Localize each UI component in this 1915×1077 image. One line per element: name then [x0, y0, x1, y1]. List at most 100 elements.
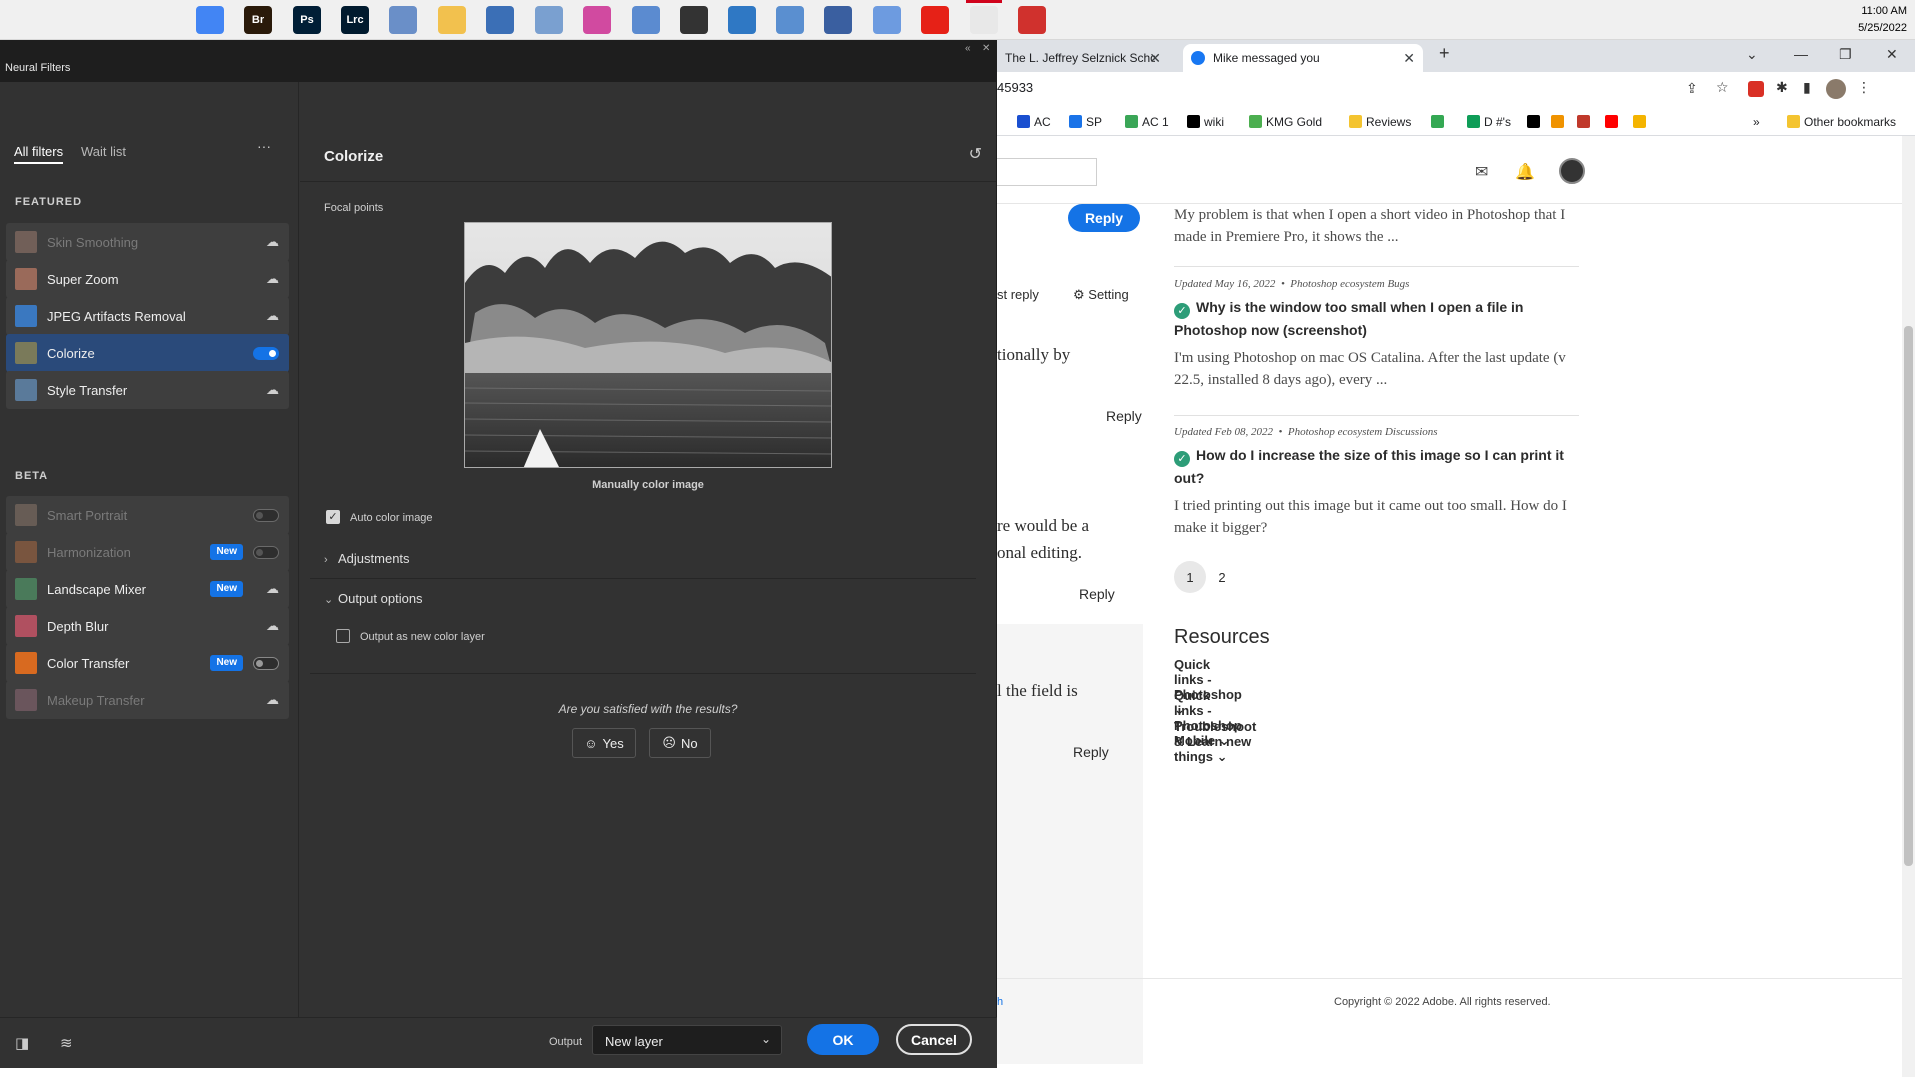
- search-icon[interactable]: [52, 6, 80, 34]
- bookmark-item[interactable]: AC 1: [1125, 115, 1169, 129]
- bookmark-item[interactable]: Reviews: [1349, 115, 1411, 129]
- bookmark-item[interactable]: wiki: [1187, 115, 1224, 129]
- ok-button[interactable]: OK: [807, 1024, 879, 1055]
- system-clock[interactable]: 11:00 AM 5/25/2022: [1858, 3, 1907, 37]
- filter-item-color-transfer[interactable]: Color Transfer New: [6, 644, 289, 682]
- feedback-no-button[interactable]: ☹ No: [649, 728, 711, 758]
- app-icon[interactable]: [1018, 6, 1046, 34]
- photos-icon[interactable]: [535, 6, 563, 34]
- post-title[interactable]: ✓ How do I increase the size of this imag…: [1174, 444, 1574, 489]
- cortana-icon[interactable]: [101, 6, 129, 34]
- feedback-yes-button[interactable]: ☺ Yes: [572, 728, 636, 758]
- lightroom-classic-icon[interactable]: Lrc: [341, 6, 369, 34]
- post-board[interactable]: Photoshop ecosystem Bugs: [1290, 278, 1409, 290]
- cancel-button[interactable]: Cancel: [896, 1024, 972, 1055]
- app-icon[interactable]: [728, 6, 756, 34]
- bookmarks-overflow-icon[interactable]: »: [1753, 115, 1760, 129]
- collapse-icon[interactable]: «: [965, 43, 971, 54]
- cloud-download-icon[interactable]: ☁: [266, 581, 279, 597]
- filter-toggle[interactable]: [253, 347, 279, 360]
- filter-toggle[interactable]: [253, 509, 279, 522]
- bookmark-item[interactable]: [1431, 115, 1448, 129]
- mail-icon[interactable]: ✉: [1475, 162, 1488, 182]
- new-tab-button[interactable]: +: [1439, 43, 1450, 64]
- auto-color-label[interactable]: Auto color image: [350, 512, 433, 524]
- photoshop-icon[interactable]: Ps: [293, 6, 321, 34]
- clock-app-icon[interactable]: [680, 6, 708, 34]
- more-options-icon[interactable]: ···: [257, 138, 271, 154]
- filter-item-depth-blur[interactable]: Depth Blur ☁: [6, 607, 289, 645]
- app-icon[interactable]: [824, 6, 852, 34]
- auto-color-checkbox[interactable]: ✓: [326, 510, 340, 524]
- tab-all-filters[interactable]: All filters: [14, 144, 64, 164]
- reply-link[interactable]: Reply: [1079, 586, 1115, 602]
- filter-item-skin-smoothing[interactable]: Skin Smoothing ☁: [6, 223, 289, 261]
- bookmark-item[interactable]: AC: [1017, 115, 1051, 129]
- tab-close-icon[interactable]: ✕: [1149, 50, 1161, 67]
- tab-wait-list[interactable]: Wait list: [81, 144, 126, 159]
- bookmark-item[interactable]: KMG Gold: [1249, 115, 1322, 129]
- bookmark-star-icon[interactable]: ☆: [1716, 79, 1729, 96]
- page-1-button[interactable]: 1: [1174, 561, 1206, 593]
- file-explorer-icon[interactable]: [438, 6, 466, 34]
- layer-preview-icon[interactable]: ≋: [60, 1034, 73, 1052]
- user-avatar[interactable]: [1559, 158, 1585, 184]
- filter-item-makeup-transfer[interactable]: Makeup Transfer ☁: [6, 681, 289, 719]
- bridge-icon[interactable]: Br: [244, 6, 272, 34]
- page-2-button[interactable]: 2: [1206, 561, 1238, 593]
- cloud-download-icon[interactable]: ☁: [266, 692, 279, 708]
- resource-link[interactable]: Troubleshoot & Learn new things ⌄: [1174, 719, 1256, 765]
- chrome-icon[interactable]: [196, 6, 224, 34]
- bookmark-item[interactable]: [1527, 115, 1544, 129]
- profile-avatar[interactable]: [1826, 79, 1846, 99]
- post-board[interactable]: Photoshop ecosystem Discussions: [1288, 426, 1438, 438]
- app-icon[interactable]: [966, 0, 1002, 34]
- filter-item-landscape-mixer[interactable]: Landscape Mixer New ☁: [6, 570, 289, 608]
- tab-close-icon[interactable]: ✕: [1403, 50, 1415, 67]
- filter-toggle[interactable]: [253, 546, 279, 559]
- search-input[interactable]: [997, 158, 1097, 186]
- restore-icon[interactable]: ❐: [1839, 46, 1852, 63]
- cloud-download-icon[interactable]: ☁: [266, 308, 279, 324]
- filter-item-jpeg-artifacts-removal[interactable]: JPEG Artifacts Removal ☁: [6, 297, 289, 335]
- minimize-icon[interactable]: —: [1794, 46, 1808, 62]
- reply-link[interactable]: Reply: [1106, 408, 1142, 424]
- youtube-music-icon[interactable]: [921, 6, 949, 34]
- notification-bell-icon[interactable]: 🔔: [1515, 162, 1535, 182]
- focal-points-preview[interactable]: [464, 222, 832, 468]
- reply-button[interactable]: Reply: [1068, 204, 1140, 232]
- browser-tab-active[interactable]: Mike messaged you ✕: [1183, 44, 1423, 72]
- manually-color-label[interactable]: Manually color image: [464, 479, 832, 491]
- page-scrollbar[interactable]: [1902, 136, 1915, 1077]
- filter-item-style-transfer[interactable]: Style Transfer ☁: [6, 371, 289, 409]
- cloud-download-icon[interactable]: ☁: [266, 618, 279, 634]
- cloud-download-icon[interactable]: ☁: [266, 271, 279, 287]
- other-bookmarks[interactable]: Other bookmarks: [1787, 115, 1896, 129]
- document-icon[interactable]: [873, 6, 901, 34]
- chrome-menu-icon[interactable]: ⋮: [1857, 79, 1871, 96]
- bookmark-item[interactable]: [1605, 115, 1622, 129]
- bookmark-item[interactable]: [1551, 115, 1568, 129]
- filter-item-colorize[interactable]: Colorize: [6, 334, 289, 372]
- close-window-icon[interactable]: ✕: [1886, 46, 1898, 63]
- output-new-layer-label[interactable]: Output as new color layer: [360, 631, 485, 643]
- output-select[interactable]: New layer ⌄: [592, 1025, 782, 1055]
- bookmark-item[interactable]: [1633, 115, 1650, 129]
- bookmark-item[interactable]: [1577, 115, 1594, 129]
- bookmark-item[interactable]: D #'s: [1467, 115, 1511, 129]
- adjustments-section[interactable]: › Adjustments: [324, 551, 410, 566]
- footer-link[interactable]: h: [997, 996, 1003, 1008]
- extension-icon[interactable]: [1748, 81, 1764, 97]
- browser-tab[interactable]: The L. Jeffrey Selznick School of F ✕: [997, 44, 1169, 72]
- reset-icon[interactable]: ↺: [969, 144, 982, 164]
- app-icon[interactable]: [776, 6, 804, 34]
- side-panel-icon[interactable]: ▮: [1803, 79, 1811, 96]
- calculator-icon[interactable]: [486, 6, 514, 34]
- share-icon[interactable]: ⇪: [1686, 80, 1698, 97]
- windows-start-icon[interactable]: [4, 6, 32, 34]
- scrollbar-thumb[interactable]: [1904, 326, 1913, 866]
- bookmark-item[interactable]: SP: [1069, 115, 1102, 129]
- close-panel-icon[interactable]: ✕: [982, 43, 990, 54]
- filter-toggle[interactable]: [253, 657, 279, 670]
- app-icon[interactable]: [389, 6, 417, 34]
